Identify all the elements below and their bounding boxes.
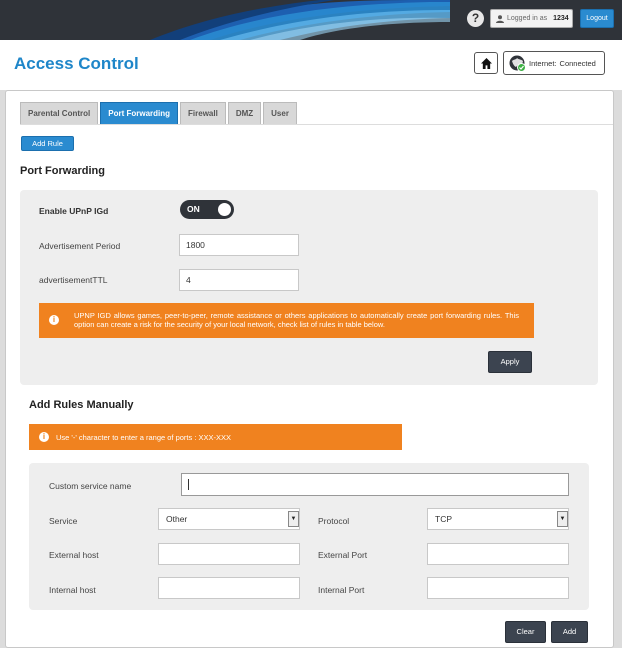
tab-divider xyxy=(20,124,613,125)
globe-check-icon xyxy=(509,55,526,72)
chevron-down-icon: ▼ xyxy=(288,511,299,527)
internet-status: Internet: Connected xyxy=(503,51,605,75)
adv-period-input[interactable]: 1800 xyxy=(179,234,299,256)
tab-port-forwarding[interactable]: Port Forwarding xyxy=(100,102,179,124)
adv-ttl-input[interactable]: 4 xyxy=(179,269,299,291)
add-rule-button[interactable]: Add Rule xyxy=(21,136,74,151)
tab-parental-control[interactable]: Parental Control xyxy=(20,102,99,124)
custom-service-input[interactable] xyxy=(181,473,569,496)
adv-ttl-label: advertisementTTL xyxy=(39,275,108,285)
add-rules-manually-title: Add Rules Manually xyxy=(29,399,134,411)
home-icon xyxy=(480,57,492,69)
text-cursor xyxy=(188,479,189,490)
external-port-input[interactable] xyxy=(427,543,569,565)
upnp-label: Enable UPnP IGd xyxy=(39,206,109,216)
internal-port-input[interactable] xyxy=(427,577,569,599)
port-range-hint: i Use '-' character to enter a range of … xyxy=(29,424,402,450)
protocol-value: TCP xyxy=(435,514,452,524)
upnp-toggle[interactable]: ON xyxy=(180,200,234,219)
top-bar: ? Logged in as 1234 Logout xyxy=(0,0,622,40)
clear-button[interactable]: Clear xyxy=(505,621,546,643)
upnp-warning: i UPNP IGD allows games, peer-to-peer, r… xyxy=(39,303,534,338)
username: 1234 xyxy=(553,15,569,22)
logged-in-box: Logged in as 1234 xyxy=(490,9,573,28)
external-port-label: External Port xyxy=(318,550,368,560)
protocol-label: Protocol xyxy=(318,516,350,526)
service-select[interactable]: Other ▼ xyxy=(158,508,300,530)
apply-button[interactable]: Apply xyxy=(488,351,532,373)
help-icon[interactable]: ? xyxy=(467,10,484,27)
chevron-down-icon: ▼ xyxy=(557,511,568,527)
service-label: Service xyxy=(49,516,78,526)
upnp-toggle-state: ON xyxy=(187,204,200,214)
brand-wave-graphic xyxy=(150,0,450,40)
port-range-hint-text: Use '-' character to enter a range of po… xyxy=(56,433,232,442)
internet-status-text: Connected xyxy=(559,58,596,68)
toggle-knob xyxy=(218,203,231,216)
protocol-select[interactable]: TCP ▼ xyxy=(427,508,569,530)
tab-user[interactable]: User xyxy=(263,102,297,124)
logout-button[interactable]: Logout xyxy=(580,9,614,28)
tab-firewall[interactable]: Firewall xyxy=(180,102,226,124)
tab-dmz[interactable]: DMZ xyxy=(227,102,262,124)
internal-host-label: Internal host xyxy=(49,585,96,595)
service-value: Other xyxy=(166,514,188,524)
info-icon: i xyxy=(39,432,49,442)
home-button[interactable] xyxy=(474,52,498,74)
add-button[interactable]: Add xyxy=(551,621,588,643)
internal-port-label: Internal Port xyxy=(318,585,365,595)
logged-in-label: Logged in as xyxy=(507,15,548,22)
adv-period-label: Advertisement Period xyxy=(39,241,121,251)
tab-bar: Parental Control Port Forwarding Firewal… xyxy=(20,102,297,124)
external-host-label: External host xyxy=(49,550,99,560)
info-icon: i xyxy=(49,315,59,325)
custom-service-label: Custom service name xyxy=(49,481,132,491)
external-host-input[interactable] xyxy=(158,543,300,565)
port-forwarding-title: Port Forwarding xyxy=(20,165,105,177)
user-icon xyxy=(496,14,504,23)
page-title: Access Control xyxy=(14,54,139,73)
upnp-warning-text: UPNP IGD allows games, peer-to-peer, rem… xyxy=(74,311,519,329)
internet-label: Internet: xyxy=(529,58,557,68)
internal-host-input[interactable] xyxy=(158,577,300,599)
